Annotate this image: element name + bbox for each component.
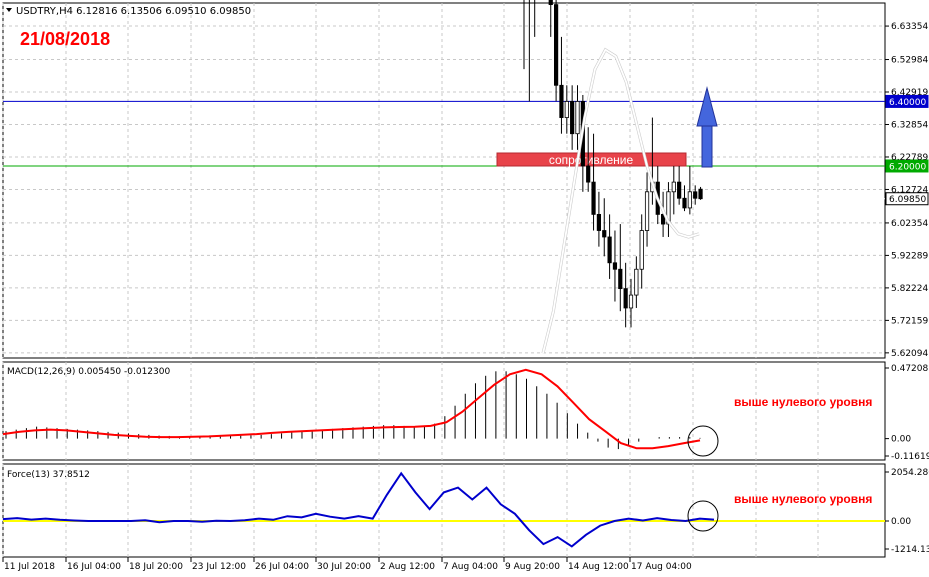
price-tick-label: 5.82224 xyxy=(891,284,928,294)
macd-note: выше нулевого уровня xyxy=(734,395,872,409)
price-tick-label: 6.32854 xyxy=(891,120,928,130)
force-panel xyxy=(2,463,886,558)
price-tick-label: 5.72159 xyxy=(891,316,928,326)
price-tick-label: 6.12724 xyxy=(891,185,928,195)
candle-body xyxy=(596,213,602,231)
candle-body xyxy=(602,230,607,238)
resistance-label: сопротивление xyxy=(549,153,634,167)
price-tick-label: 6.63354 xyxy=(891,22,928,32)
candle-body xyxy=(634,268,639,296)
macd-tick-label: -0.116198 xyxy=(891,452,929,462)
candle-body xyxy=(623,288,628,309)
macd-title: MACD(12,26,9) 0.005450 -0.012300 xyxy=(7,367,170,377)
candle-body xyxy=(559,84,564,118)
time-tick-label: 30 Jul 20:00 xyxy=(317,562,371,572)
price-tick-label: 6.52984 xyxy=(891,56,928,66)
candle-body xyxy=(628,294,634,309)
force-tick-label: 2054.286 xyxy=(891,468,929,478)
time-tick-label: 16 Jul 04:00 xyxy=(67,562,121,572)
candle-body xyxy=(698,188,703,200)
candle-body xyxy=(612,262,618,270)
symbol-info: USDTRY,H4 6.12816 6.13506 6.09510 6.0985… xyxy=(16,6,251,17)
price-tick-label: 5.62094 xyxy=(891,349,928,359)
trading-chart: 6.40000 6.20000 6.09850 сопротивление USDT… xyxy=(2,0,929,572)
time-tick-label: 17 Aug 04:00 xyxy=(631,562,692,572)
price-tick-label: 6.42919 xyxy=(891,88,928,98)
candle-body xyxy=(677,181,682,199)
time-tick-label: 14 Aug 12:00 xyxy=(568,562,629,572)
candle-body xyxy=(591,181,596,215)
time-tick-label: 26 Jul 04:00 xyxy=(255,562,309,572)
level-badge-label: 6.40000 xyxy=(889,98,926,108)
force-axis: 2054.286 0.00 -1214.137 xyxy=(885,468,929,555)
force-title: Force(13) 37.8512 xyxy=(7,470,90,480)
time-tick-label: 11 Jul 2018 xyxy=(4,562,55,572)
price-tick-label: 6.22789 xyxy=(891,153,928,163)
candle-body xyxy=(570,101,575,135)
price-axis: 6.63354 6.52984 6.42919 6.32854 6.22789 6.127… xyxy=(885,22,928,359)
force-note: выше нулевого уровня xyxy=(734,492,872,506)
candle-body xyxy=(548,0,553,6)
candle-body xyxy=(618,268,623,290)
price-tick-label: 5.92289 xyxy=(891,251,928,261)
time-tick-label: 18 Jul 20:00 xyxy=(129,562,183,572)
macd-axis: 0.472087 0.00 -0.116198 xyxy=(885,364,929,462)
time-axis: 11 Jul 2018 16 Jul 04:00 18 Jul 20:00 23 Ju… xyxy=(2,557,692,572)
candle-body xyxy=(554,4,559,86)
candle-body xyxy=(693,191,698,199)
level-badge-label: 6.20000 xyxy=(889,162,926,172)
force-tick-label: -1214.137 xyxy=(891,545,929,555)
macd-tick-label: 0.00 xyxy=(891,435,911,445)
candle-body xyxy=(687,191,692,209)
price-tick-label: 6.02354 xyxy=(891,219,928,229)
macd-tick-label: 0.472087 xyxy=(891,364,929,374)
candle-body xyxy=(607,236,612,264)
candle-body xyxy=(564,101,569,118)
time-tick-label: 2 Aug 12:00 xyxy=(380,562,435,572)
date-label: 21/08/2018 xyxy=(20,29,110,49)
force-tick-label: 0.00 xyxy=(891,517,911,527)
candle-body xyxy=(575,101,580,135)
candle-body xyxy=(639,230,644,270)
candle-body xyxy=(671,181,676,193)
candle-body xyxy=(586,165,591,183)
time-tick-label: 23 Jul 12:00 xyxy=(192,562,246,572)
time-tick-label: 7 Aug 04:00 xyxy=(443,562,498,572)
time-tick-label: 9 Aug 20:00 xyxy=(505,562,560,572)
candle-body xyxy=(682,197,687,209)
candle-body xyxy=(644,191,650,231)
price-panel xyxy=(2,2,886,359)
level-badge-label: 6.09850 xyxy=(889,195,926,205)
